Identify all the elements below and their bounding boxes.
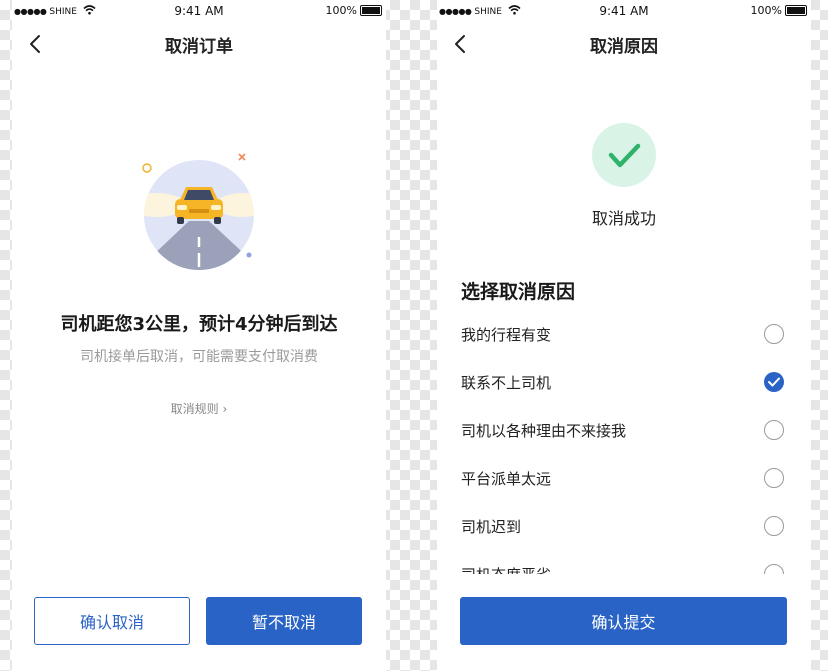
radio-unchecked-icon[interactable] [764, 468, 784, 488]
reason-label: 司机迟到 [461, 518, 522, 536]
driver-eta-headline: 司机距您3公里，预计4分钟后到达 [60, 314, 338, 335]
cancel-rules-link[interactable]: 取消规则 › [12, 400, 386, 417]
status-bar: ●●●●● SHINE 9:41 AM 100% [437, 0, 811, 24]
page-title: 取消原因 [590, 37, 658, 57]
battery-icon [360, 5, 382, 16]
confirm-cancel-button[interactable]: 确认取消 [34, 597, 190, 645]
cancel-fee-notice: 司机接单后取消，可能需要支付取消费 [80, 349, 318, 365]
reason-list: 我的行程有变联系不上司机司机以各种理由不来接我平台派单太远司机迟到司机态度恶劣 [437, 310, 811, 574]
battery-icon [785, 5, 807, 16]
nav-bar: 取消订单 [12, 24, 386, 64]
chevron-right-icon: › [222, 402, 228, 416]
reason-option[interactable]: 我的行程有变 [437, 310, 811, 358]
reason-label: 司机以各种理由不来接我 [461, 422, 627, 440]
page-title: 取消订单 [165, 37, 233, 57]
cancel-reason-screen: ●●●●● SHINE 9:41 AM 100% 取消原因 取消成功 选择取消原… [437, 0, 811, 671]
success-message: 取消成功 [591, 209, 656, 228]
car-illustration [137, 145, 262, 275]
cancel-order-screen: ●●●●● SHINE 9:41 AM 100% 取消订单 司机距您3公里，预计… [12, 0, 386, 671]
battery-percent: 100% [325, 4, 357, 17]
reason-label: 我的行程有变 [461, 326, 552, 344]
section-title: 选择取消原因 [461, 281, 576, 303]
radio-checked-icon[interactable] [764, 372, 784, 392]
success-check-icon [592, 123, 656, 187]
reason-label: 联系不上司机 [461, 374, 552, 392]
cancel-rules-label: 取消规则 [170, 402, 219, 416]
reason-option[interactable]: 平台派单太远 [437, 454, 811, 502]
radio-unchecked-icon[interactable] [764, 516, 784, 536]
reason-option[interactable]: 司机迟到 [437, 502, 811, 550]
keep-order-button[interactable]: 暂不取消 [206, 597, 362, 645]
radio-unchecked-icon[interactable] [764, 564, 784, 574]
reason-option[interactable]: 联系不上司机 [437, 358, 811, 406]
reason-option[interactable]: 司机以各种理由不来接我 [437, 406, 811, 454]
reason-label: 司机态度恶劣 [461, 564, 551, 574]
nav-bar: 取消原因 [437, 24, 811, 64]
reason-option[interactable]: 司机态度恶劣 [437, 550, 811, 574]
reason-label: 平台派单太远 [461, 470, 552, 488]
radio-unchecked-icon[interactable] [764, 324, 784, 344]
status-bar: ●●●●● SHINE 9:41 AM 100% [12, 0, 386, 24]
radio-unchecked-icon[interactable] [764, 420, 784, 440]
battery-percent: 100% [750, 4, 782, 17]
submit-button[interactable]: 确认提交 [460, 597, 787, 645]
